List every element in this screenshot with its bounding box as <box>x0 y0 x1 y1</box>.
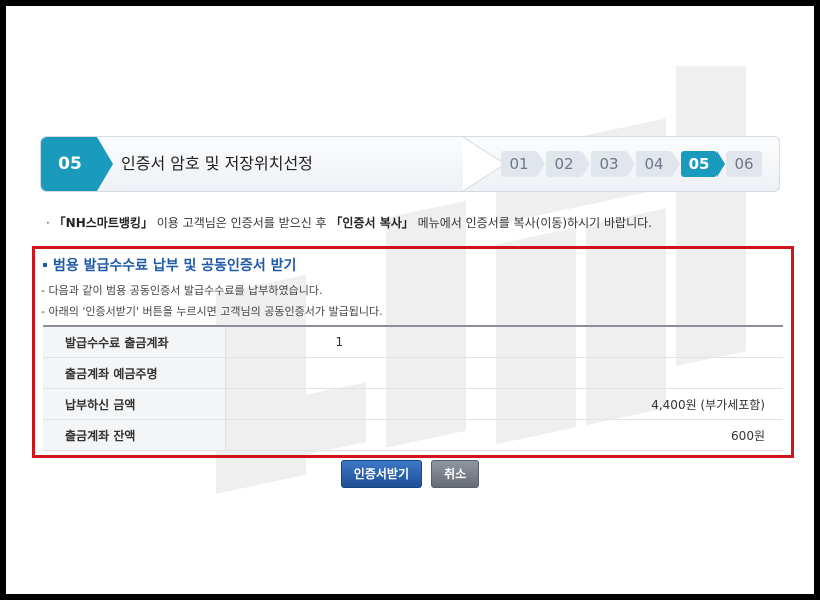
notice-bullet: · <box>46 216 50 230</box>
notice-app-name: 「NH스마트뱅킹」 <box>53 216 153 230</box>
current-step-arrow <box>97 137 113 191</box>
page-frame: 05 인증서 암호 및 저장위치선정 01 02 03 04 05 06 · 「… <box>6 6 814 594</box>
fee-payment-panel: 범용 발급수수료 납부 및 공동인증서 받기 - 다음과 같이 범용 공동인증서… <box>32 246 794 458</box>
notice-text-end: 메뉴에서 인증서를 복사(이동)하시기 바랍니다. <box>413 216 652 230</box>
step-chip-01: 01 <box>501 151 545 177</box>
notice-text: 이용 고객님은 인증서를 받으신 후 <box>152 216 331 230</box>
notice-menu-name: 「인증서 복사」 <box>330 216 414 230</box>
current-step-number: 05 <box>58 154 82 174</box>
row-value-withdraw-account: 1 <box>225 326 783 358</box>
step-title: 인증서 암호 및 저장위치선정 <box>121 154 313 173</box>
row-label-account-holder: 출금계좌 예금주명 <box>43 357 226 389</box>
title-bullet-icon <box>43 263 47 267</box>
step-chip-03: 03 <box>591 151 635 177</box>
row-value-account-holder <box>225 357 783 389</box>
row-label-withdraw-account: 발급수수료 출금계좌 <box>43 326 226 358</box>
step-chip-06: 06 <box>726 151 762 177</box>
panel-title-text: 범용 발급수수료 납부 및 공동인증서 받기 <box>53 258 297 274</box>
payment-info-table: 발급수수료 출금계좌 1 출금계좌 예금주명 납부하신 금액 4,400원 (부… <box>43 325 783 451</box>
panel-title: 범용 발급수수료 납부 및 공동인증서 받기 <box>41 255 296 275</box>
step-header: 05 인증서 암호 및 저장위치선정 01 02 03 04 05 06 <box>40 136 780 192</box>
table-row: 출금계좌 잔액 600원 <box>43 419 783 451</box>
panel-description-1: - 다음과 같이 범용 공동인증서 발급수수료를 납부하였습니다. <box>41 284 323 297</box>
row-label-paid-amount: 납부하신 금액 <box>43 388 226 420</box>
row-value-balance: 600원 <box>225 419 783 451</box>
table-row: 출금계좌 예금주명 <box>43 357 783 389</box>
step-chip-05-active: 05 <box>681 151 725 177</box>
receive-certificate-button[interactable]: 인증서받기 <box>340 460 422 488</box>
cancel-button[interactable]: 취소 <box>431 460 480 488</box>
row-label-balance: 출금계좌 잔액 <box>43 419 226 451</box>
table-row: 발급수수료 출금계좌 1 <box>43 326 783 358</box>
smart-banking-notice: · 「NH스마트뱅킹」 이용 고객님은 인증서를 받으신 후 「인증서 복사」 … <box>46 214 786 231</box>
action-buttons: 인증서받기 취소 <box>6 460 814 488</box>
step-chip-02: 02 <box>546 151 590 177</box>
table-row: 납부하신 금액 4,400원 (부가세포함) <box>43 388 783 420</box>
step-chip-04: 04 <box>636 151 680 177</box>
panel-description-2: - 아래의 '인증서받기' 버튼을 누르시면 고객님의 공동인증서가 발급됩니다… <box>41 305 383 318</box>
row-value-paid-amount: 4,400원 (부가세포함) <box>225 388 783 420</box>
